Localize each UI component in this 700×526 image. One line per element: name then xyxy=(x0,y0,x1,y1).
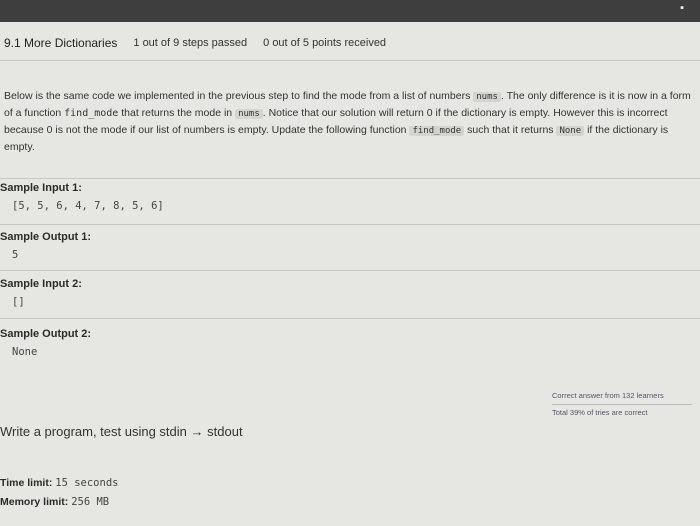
stats-divider xyxy=(552,404,692,405)
code-inline: nums xyxy=(473,92,501,102)
memory-limit-label: Memory limit: xyxy=(0,496,69,508)
limits-block: Time limit: 15 seconds Memory limit: 256… xyxy=(0,474,118,512)
divider xyxy=(0,318,700,319)
desc-text: such that it returns xyxy=(467,124,554,136)
sample-value: [] xyxy=(12,296,25,308)
sample-output-2: Sample Output 2: None xyxy=(0,328,700,358)
divider xyxy=(0,270,700,271)
sample-input-2: Sample Input 2: [] xyxy=(0,278,700,308)
steps-progress: 1 out of 9 steps passed xyxy=(133,37,248,49)
code-inline: None xyxy=(556,126,585,136)
desc-text: Below is the same code we implemented in… xyxy=(4,90,471,102)
code-inline: find_mode xyxy=(409,126,465,136)
points-received: 0 out of 5 points received xyxy=(263,37,387,49)
write-program-heading: Write a program, test using stdin → stdo… xyxy=(0,424,243,439)
sample-label: Sample Input 1: xyxy=(0,182,82,194)
divider xyxy=(0,178,700,179)
sample-label: Sample Output 1: xyxy=(0,231,92,243)
code-inline: nums xyxy=(235,109,263,119)
sample-value: 5 xyxy=(12,249,19,261)
correct-answer-stat[interactable]: Correct answer from 132 learners xyxy=(552,389,692,403)
corner-icon: ▪ xyxy=(680,2,684,14)
memory-limit-value: 256 MB xyxy=(71,496,110,508)
time-limit: Time limit: 15 seconds xyxy=(0,474,118,493)
browser-top-bar: ▪ xyxy=(0,0,700,22)
time-limit-label: Time limit: xyxy=(0,477,53,489)
time-limit-value: 15 seconds xyxy=(55,477,119,489)
memory-limit: Memory limit: 256 MB xyxy=(0,493,118,512)
write-program-text: Write a program, test using stdin xyxy=(0,424,187,439)
lesson-page: 9.1 More Dictionaries 1 out of 9 steps p… xyxy=(0,22,700,526)
sample-input-1: Sample Input 1: [5, 5, 6, 4, 7, 8, 5, 6] xyxy=(0,182,700,212)
code-inline: find_mode xyxy=(64,108,119,119)
sample-label: Sample Input 2: xyxy=(0,278,82,290)
step-header: 9.1 More Dictionaries 1 out of 9 steps p… xyxy=(4,32,694,54)
desc-text: that returns the mode in xyxy=(121,107,233,119)
sample-value: None xyxy=(12,346,38,358)
stdout-text: stdout xyxy=(207,424,243,439)
sample-output-1: Sample Output 1: 5 xyxy=(0,231,700,261)
total-tries-stat: Total 39% of tries are correct xyxy=(552,408,648,417)
sample-label: Sample Output 2: xyxy=(0,328,92,340)
divider xyxy=(0,224,700,225)
lesson-title[interactable]: 9.1 More Dictionaries xyxy=(4,36,117,50)
sample-value: [5, 5, 6, 4, 7, 8, 5, 6] xyxy=(12,200,164,212)
arrow-right-icon: → xyxy=(190,424,204,439)
learner-stats: Correct answer from 132 learners Total 3… xyxy=(552,389,692,420)
divider xyxy=(0,60,700,61)
problem-description: Below is the same code we implemented in… xyxy=(4,88,694,155)
